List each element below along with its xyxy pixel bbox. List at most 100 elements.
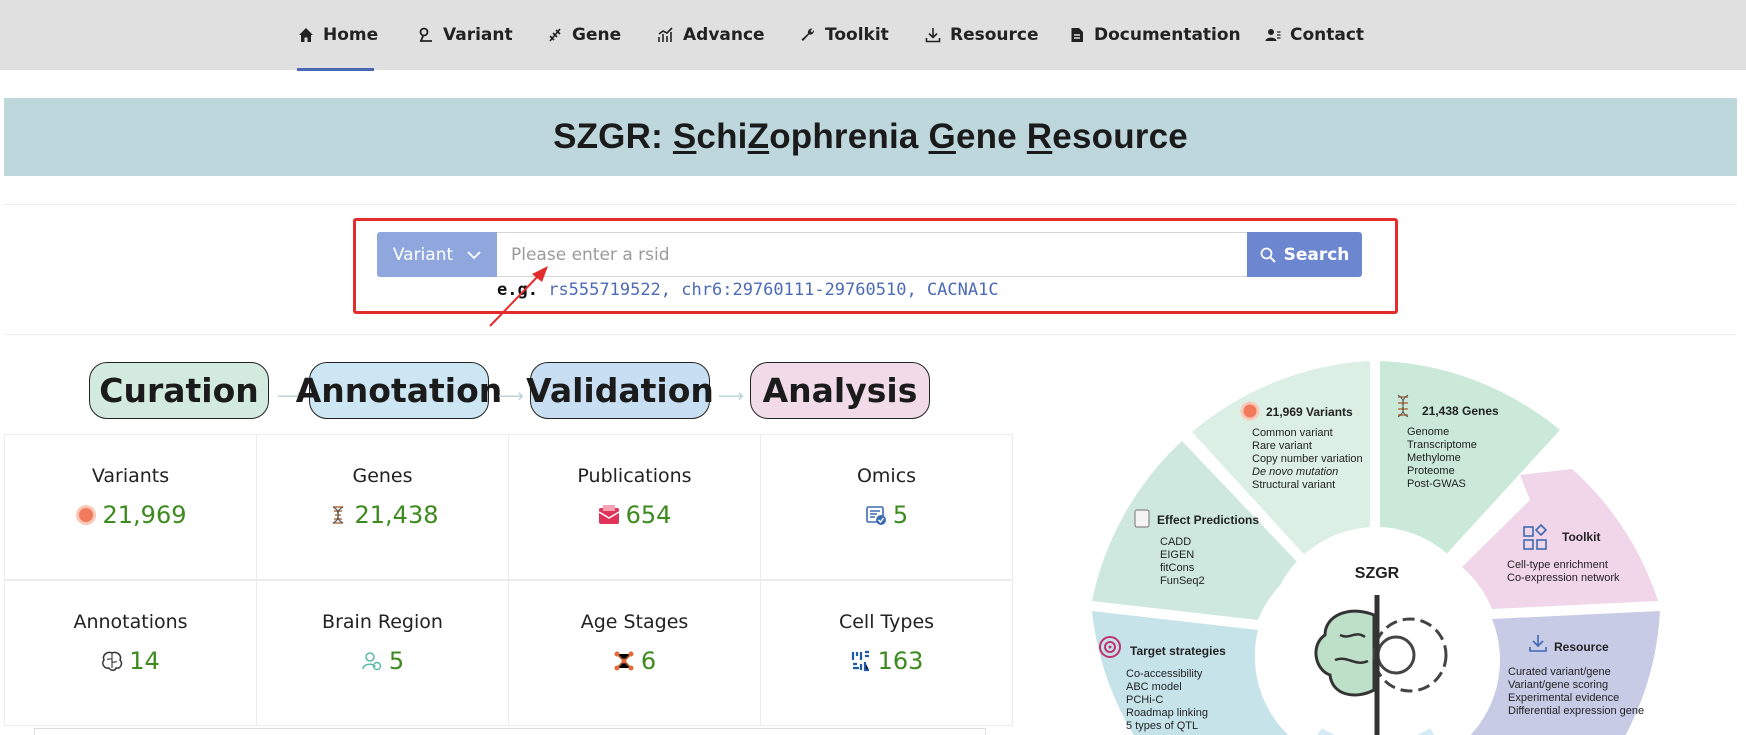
search-type-value: Variant xyxy=(392,244,454,265)
variant-dot-icon xyxy=(75,505,96,525)
search-button[interactable]: Search xyxy=(1247,232,1362,277)
nav-advance-label: Advance xyxy=(683,25,765,45)
example-region-link[interactable]: chr6:29760111-29760510, xyxy=(681,280,916,300)
example-rsid-link[interactable]: rs555719522, xyxy=(548,280,671,300)
divider xyxy=(4,204,1737,205)
gene-icon xyxy=(549,28,561,42)
wheel-target-item: Roadmap linking xyxy=(1126,707,1208,719)
stat-value: 163 xyxy=(877,647,924,675)
nav-active-indicator xyxy=(297,68,374,71)
network-icon xyxy=(614,651,634,671)
nav-toolkit[interactable]: Toolkit xyxy=(800,0,889,70)
nav-gene[interactable]: Gene xyxy=(547,0,621,70)
annotation-arrow-icon xyxy=(489,266,548,327)
wheel-toolkit-item: Cell-type enrichment xyxy=(1507,559,1608,571)
nav-contact[interactable]: Contact xyxy=(1265,0,1364,70)
wheel-center-label: SZGR xyxy=(1355,565,1400,582)
wheel-target-item: ABC model xyxy=(1126,681,1182,693)
variant-icon xyxy=(419,27,432,42)
example-gene-link[interactable]: CACNA1C xyxy=(927,280,999,300)
search-input[interactable] xyxy=(497,232,1247,277)
omics-icon xyxy=(866,506,886,525)
nav-advance[interactable]: Advance xyxy=(658,0,765,70)
wheel-genes-item: Post-GWAS xyxy=(1407,478,1466,490)
nav-resource[interactable]: Resource xyxy=(925,0,1039,70)
stat-value: 5 xyxy=(892,501,909,529)
dna-icon xyxy=(332,506,343,524)
wheel-resource-title: Resource xyxy=(1554,640,1609,654)
stat-label: Age Stages xyxy=(580,611,689,633)
celltype-icon xyxy=(851,650,869,672)
stat-age-stages[interactable]: Age Stages 6 xyxy=(508,580,761,726)
wheel-resource-item: Curated variant/gene xyxy=(1508,666,1611,678)
stat-genes[interactable]: Genes 21,438 xyxy=(256,434,509,580)
nav-home[interactable]: Home xyxy=(298,0,378,70)
stat-variants[interactable]: Variants 21,969 xyxy=(4,434,257,580)
pipeline-analysis: Analysis xyxy=(750,362,930,419)
advance-icon xyxy=(658,27,673,42)
wheel-target-item: PCHi-C xyxy=(1126,694,1163,706)
wheel-target-title: Target strategies xyxy=(1130,644,1226,658)
wheel-effect-item: EIGEN xyxy=(1160,549,1194,561)
stat-label: Brain Region xyxy=(322,611,443,633)
effect-clipboard-icon xyxy=(1134,509,1150,528)
stat-value: 21,969 xyxy=(102,501,187,529)
stat-omics[interactable]: Omics 5 xyxy=(760,434,1013,580)
wheel-genes-item: Transcriptome xyxy=(1407,439,1477,451)
wheel-effect-item: FunSeq2 xyxy=(1160,575,1205,587)
wheel-genes-item: Genome xyxy=(1407,426,1449,438)
nav-gene-label: Gene xyxy=(572,25,622,45)
wheel-variants-item: Structural variant xyxy=(1252,479,1335,491)
wheel-target-item: Co-accessibility xyxy=(1126,668,1203,680)
page-title: SZGR: SchiZophrenia Gene Resource xyxy=(553,117,1188,156)
stat-label: Cell Types xyxy=(838,611,935,633)
search-examples: e.g. rs555719522, chr6:29760111-29760510… xyxy=(497,280,999,300)
pipeline-curation: Curation xyxy=(89,362,269,419)
pipeline-arrow-icon: ⟶ xyxy=(718,386,744,407)
wheel-target-item: 5 types of QTL xyxy=(1126,720,1198,732)
stat-value: 21,438 xyxy=(354,501,439,529)
nav-variant-label: Variant xyxy=(443,25,513,45)
wheel-genes-item: Methylome xyxy=(1407,452,1461,464)
document-icon xyxy=(1071,28,1083,42)
wheel-toolkit-title: Toolkit xyxy=(1562,530,1600,544)
brain-icon xyxy=(102,651,123,671)
pipeline-validation: Validation xyxy=(526,362,714,419)
wheel-variants-title: 21,969 Variants xyxy=(1266,405,1353,419)
mail-icon xyxy=(598,505,620,524)
stat-value: 5 xyxy=(388,647,405,675)
stat-value: 14 xyxy=(129,647,160,675)
szgr-wheel-diagram: SZGR 21,969 Variants Common variant Rare… xyxy=(1092,361,1660,735)
wheel-resource-item: Differential expression gene xyxy=(1508,705,1644,717)
wheel-variants-item: Copy number variation xyxy=(1252,453,1363,465)
download-icon xyxy=(925,28,941,43)
stat-label: Annotations xyxy=(73,611,188,633)
wheel-resource-item: Experimental evidence xyxy=(1508,692,1619,704)
nav-variant[interactable]: Variant xyxy=(418,0,513,70)
wheel-effect-item: CADD xyxy=(1160,536,1191,548)
wheel-variants-item: De novo mutation xyxy=(1252,466,1338,478)
top-nav: Home Variant Gene Advance Toolkit Resour… xyxy=(0,0,1746,71)
stat-publications[interactable]: Publications 654 xyxy=(508,434,761,580)
search-type-dropdown[interactable]: Variant xyxy=(377,232,497,277)
variants-dot-icon xyxy=(1240,401,1260,421)
nav-documentation[interactable]: Documentation xyxy=(1069,0,1241,70)
nav-resource-label: Resource xyxy=(950,25,1039,45)
nav-contact-label: Contact xyxy=(1290,25,1365,45)
chevron-down-icon xyxy=(467,250,481,259)
wheel-resource-item: Variant/gene scoring xyxy=(1508,679,1608,691)
region-icon xyxy=(362,652,382,671)
nav-documentation-label: Documentation xyxy=(1094,25,1241,45)
stat-value: 6 xyxy=(640,647,657,675)
stat-annotations[interactable]: Annotations 14 xyxy=(4,580,257,726)
home-icon xyxy=(299,28,313,42)
stat-cell-types[interactable]: Cell Types 163 xyxy=(760,580,1013,726)
stat-value: 654 xyxy=(625,501,672,529)
stat-label: Genes xyxy=(352,465,413,487)
stat-brain-region[interactable]: Brain Region 5 xyxy=(256,580,509,726)
pipeline-annotation: Annotation xyxy=(296,362,502,419)
stats-grid: Variants 21,969 Genes 21,438 Publication… xyxy=(4,434,1015,735)
title-banner: SZGR: SchiZophrenia Gene Resource xyxy=(4,98,1737,176)
wheel-effect-title: Effect Predictions xyxy=(1157,513,1259,527)
divider xyxy=(4,334,1737,335)
